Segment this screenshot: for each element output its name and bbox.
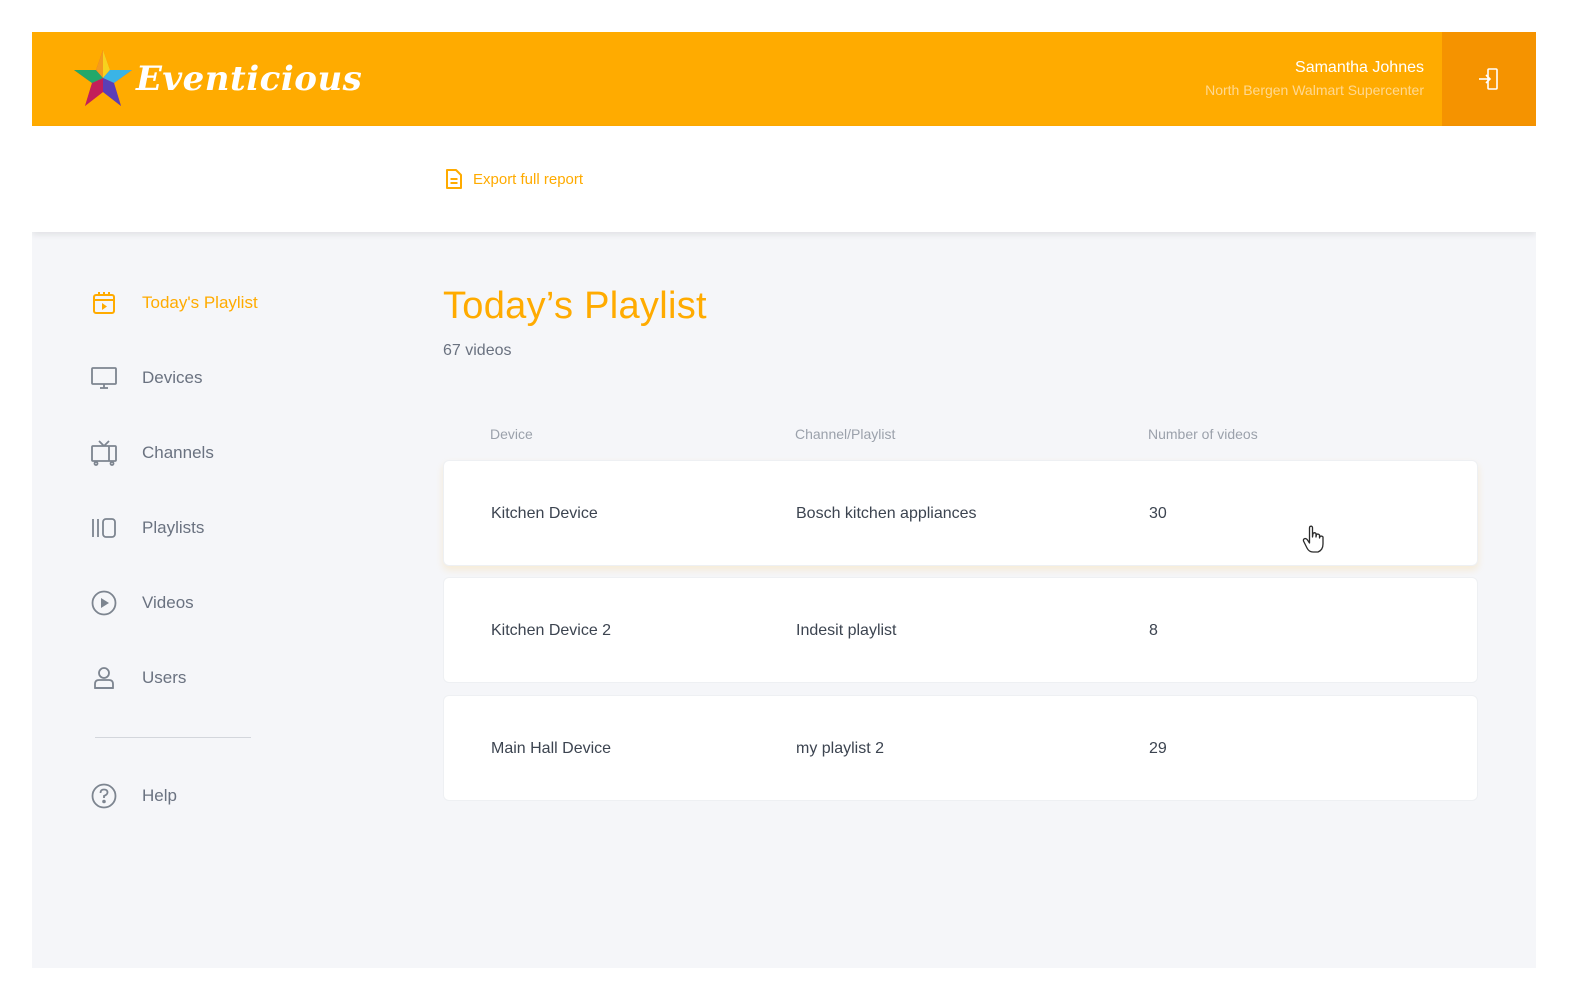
sidebar-item-videos[interactable]: Videos — [90, 588, 194, 618]
column-header-playlist: Channel/Playlist — [795, 426, 896, 442]
export-report-link[interactable]: Export full report — [444, 168, 583, 190]
table-row[interactable]: Main Hall Device my playlist 2 29 — [443, 695, 1478, 801]
brand-name: Eventicious — [136, 59, 363, 99]
playlist-cell: Bosch kitchen appliances — [796, 505, 977, 522]
sidebar-item-label: Channels — [142, 443, 214, 462]
table-row[interactable]: Kitchen Device 2 Indesit playlist 8 — [443, 577, 1478, 683]
device-cell: Main Hall Device — [491, 740, 612, 757]
app-frame: Eventicious Samantha Johnes North Bergen… — [32, 32, 1536, 968]
sidebar-item-label: Help — [142, 786, 177, 805]
sidebar-item-label: Today's Playlist — [142, 293, 258, 312]
sidebar-item-label: Users — [142, 668, 187, 687]
tv-icon — [90, 439, 118, 467]
sidebar-item-devices[interactable]: Devices — [90, 363, 202, 393]
playlists-icon — [90, 514, 118, 542]
logout-button[interactable] — [1442, 32, 1536, 126]
play-circle-icon — [90, 589, 118, 617]
help-icon — [90, 782, 118, 810]
sidebar-item-label: Devices — [142, 368, 203, 387]
sidebar-item-todays-playlist[interactable]: Today's Playlist — [90, 288, 258, 318]
sidebar-item-label: Videos — [142, 593, 194, 612]
calendar-play-icon — [90, 289, 118, 317]
user-name: Samantha Johnes — [1295, 59, 1424, 76]
star-logo-icon — [74, 50, 132, 106]
export-label: Export full report — [473, 170, 584, 188]
device-cell: Kitchen Device — [491, 505, 598, 522]
video-count: 67 videos — [443, 342, 512, 359]
monitor-icon — [90, 364, 118, 392]
videos-count-cell: 8 — [1149, 622, 1158, 639]
top-header: Eventicious Samantha Johnes North Bergen… — [32, 32, 1536, 126]
user-info[interactable]: Samantha Johnes North Bergen Walmart Sup… — [1205, 58, 1424, 100]
sidebar-item-users[interactable]: Users — [90, 663, 186, 693]
document-icon — [446, 169, 462, 189]
brand-logo[interactable]: Eventicious — [72, 48, 362, 110]
sidebar-item-label: Playlists — [142, 518, 205, 537]
sidebar-item-playlists[interactable]: Playlists — [90, 513, 204, 543]
page-title: Today’s Playlist — [443, 285, 707, 327]
videos-count-cell: 30 — [1149, 505, 1167, 522]
column-header-videos: Number of videos — [1148, 426, 1258, 442]
hand-cursor-icon — [1302, 525, 1324, 553]
toolbar: Export full report — [32, 126, 1536, 232]
videos-count-cell: 29 — [1149, 740, 1167, 757]
user-icon — [90, 664, 118, 692]
store-name: North Bergen Walmart Supercenter — [1205, 82, 1424, 98]
sidebar-divider — [95, 737, 251, 738]
playlist-cell: Indesit playlist — [796, 622, 897, 639]
sidebar-item-channels[interactable]: Channels — [90, 438, 214, 468]
playlist-cell: my playlist 2 — [796, 740, 885, 757]
column-header-device: Device — [490, 426, 533, 442]
device-cell: Kitchen Device 2 — [491, 622, 612, 639]
sidebar: Today's Playlist Devices Channels Playli… — [32, 232, 432, 968]
sidebar-item-help[interactable]: Help — [90, 781, 177, 811]
logout-icon — [1479, 68, 1498, 90]
